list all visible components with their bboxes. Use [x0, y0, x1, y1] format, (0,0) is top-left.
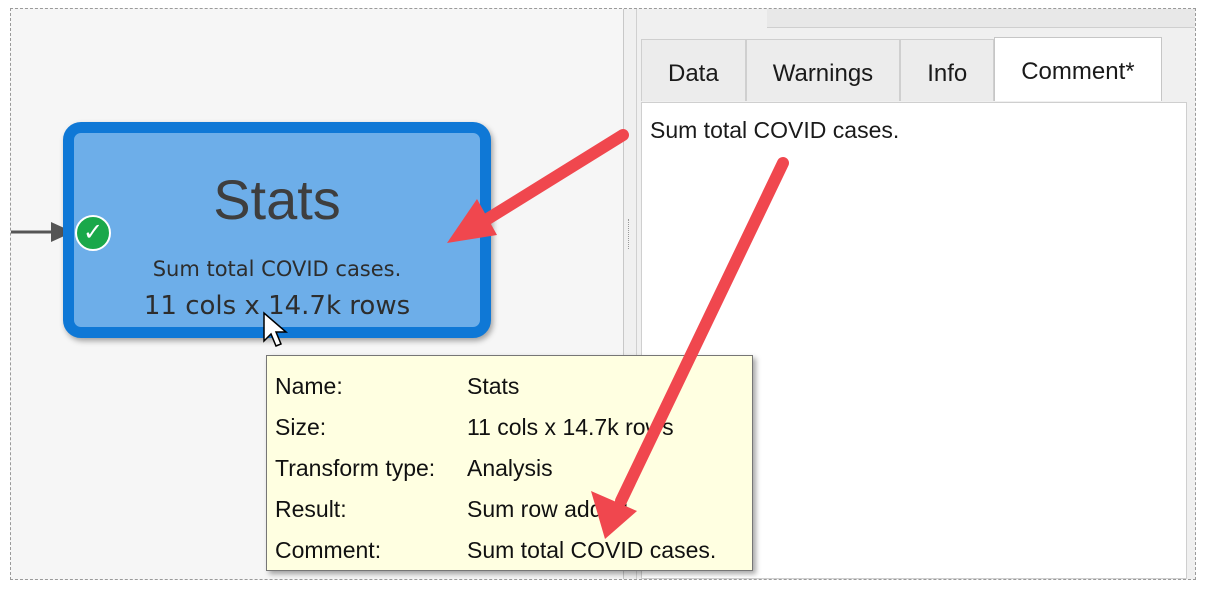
annotation-arrow-to-tooltip — [591, 157, 789, 539]
annotation-overlay — [447, 129, 789, 539]
annotation-arrow-to-node — [447, 129, 629, 243]
mouse-pointer-icon — [263, 311, 289, 347]
app-window: Stats Sum total COVID cases. 11 cols x 1… — [10, 8, 1196, 580]
